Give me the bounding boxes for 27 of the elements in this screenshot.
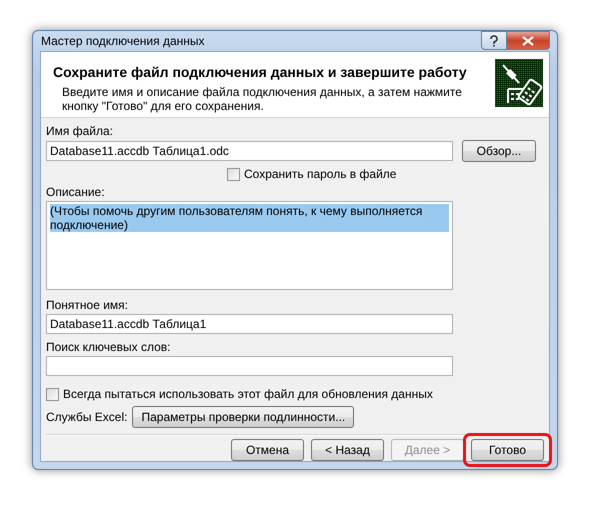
- plug-calculator-icon: [495, 59, 543, 107]
- friendly-name-field[interactable]: Database11.accdb Таблица1: [46, 314, 453, 334]
- keywords-label: Поиск ключевых слов:: [46, 340, 170, 354]
- friendly-name-label: Понятное имя:: [46, 298, 128, 312]
- always-use-label: Всегда пытаться использовать этот файл для обновления данных: [63, 387, 433, 401]
- browse-button[interactable]: Обзор...: [462, 140, 536, 162]
- window-title: Мастер подключения данных: [40, 34, 205, 48]
- auth-settings-button[interactable]: Параметры проверки подлинности...: [132, 406, 354, 428]
- close-icon: [522, 36, 534, 46]
- keywords-field[interactable]: [46, 356, 453, 376]
- help-button[interactable]: [481, 31, 507, 50]
- wizard-button[interactable]: Готово: [471, 439, 544, 461]
- step-description: Введите имя и описание файла подключения данных, а затем нажмите кнопку "Готово" для его сохранения.: [61, 85, 463, 113]
- file-name-label: Имя файла:: [46, 124, 113, 138]
- description-label: Описание:: [46, 185, 105, 199]
- wizard-button[interactable]: Отмена: [231, 439, 304, 461]
- file-name-field[interactable]: Database11.accdb Таблица1.odc: [46, 141, 453, 161]
- close-button[interactable]: [507, 31, 550, 50]
- help-icon: [489, 34, 499, 46]
- description-text: (Чтобы помочь другим пользователям понять, к чему выполняется подключение): [50, 204, 449, 232]
- step-title: Сохраните файл подключения данных и завершите работу: [53, 64, 468, 80]
- save-password-label: Сохранить пароль в файле: [244, 167, 396, 181]
- save-password-checkbox[interactable]: [227, 168, 240, 180]
- description-field[interactable]: (Чтобы помочь другим пользователям понять, к чему выполняется подключение): [46, 201, 453, 290]
- always-use-checkbox[interactable]: [46, 388, 59, 400]
- wizard-button[interactable]: < Назад: [311, 439, 384, 461]
- excel-services-label: Службы Excel:: [46, 410, 128, 424]
